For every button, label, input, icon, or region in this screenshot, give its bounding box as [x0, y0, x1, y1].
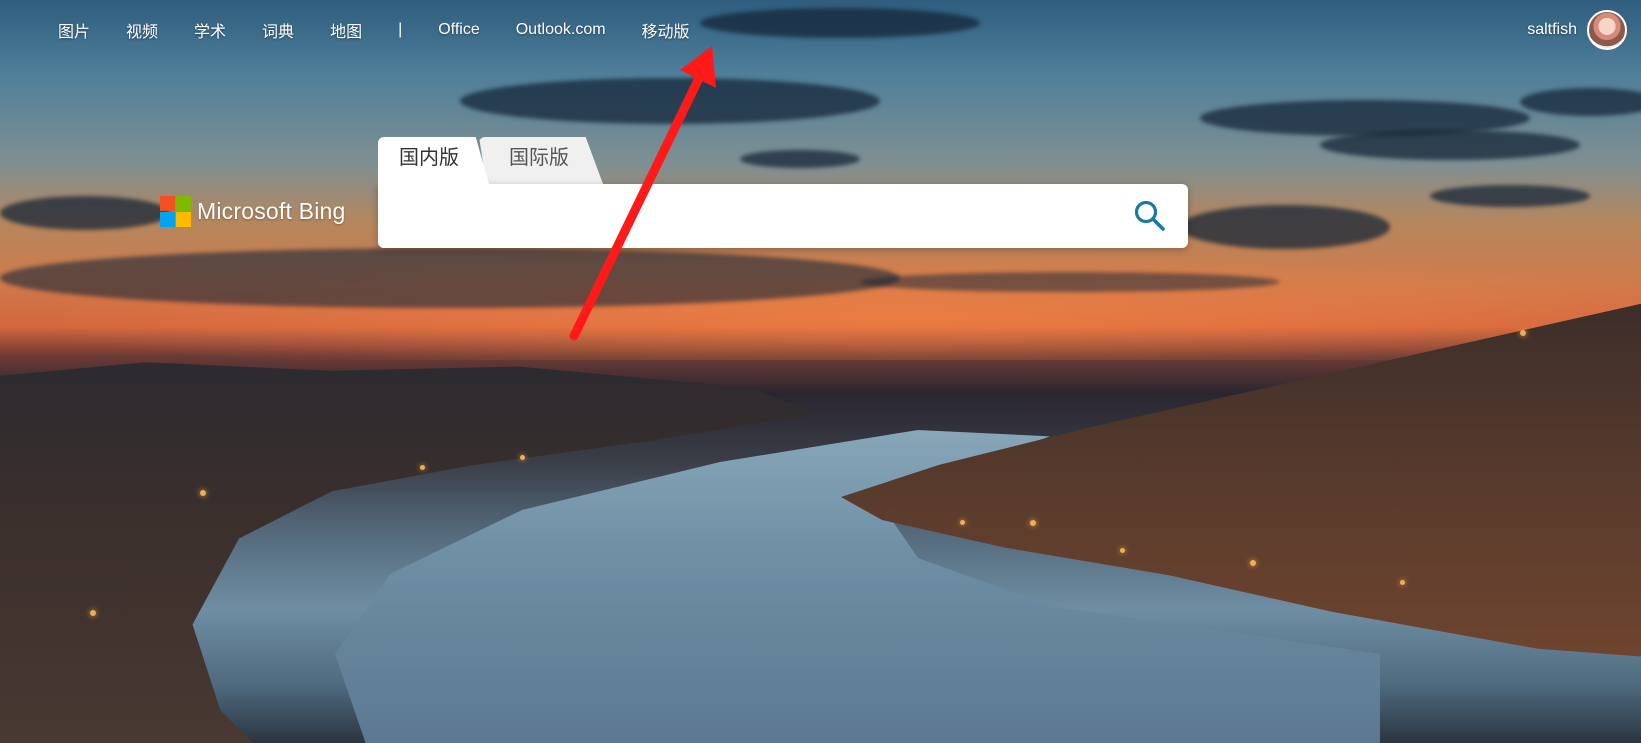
cloud	[1430, 185, 1590, 207]
tab-domestic[interactable]: 国内版	[378, 137, 489, 184]
search-box	[378, 184, 1188, 248]
cloud	[1180, 205, 1390, 249]
city-light	[90, 610, 96, 616]
cloud	[1320, 130, 1580, 160]
nav-outlook[interactable]: Outlook.com	[516, 21, 606, 39]
brand-name: Microsoft Bing	[197, 198, 346, 224]
logo-square-red	[160, 196, 175, 211]
user-name[interactable]: saltfish	[1527, 21, 1577, 39]
city-light	[420, 465, 425, 470]
nav-mobile[interactable]: 移动版	[642, 18, 690, 42]
logo-square-green	[176, 196, 191, 211]
cloud	[0, 248, 900, 308]
search-region-tabs: 国内版 国际版	[378, 137, 603, 184]
city-light	[1120, 548, 1125, 553]
search-icon	[1134, 200, 1165, 231]
microsoft-logo-icon	[160, 196, 191, 227]
user-account[interactable]: saltfish	[1527, 10, 1627, 50]
cloud	[1520, 88, 1641, 116]
city-light	[1250, 560, 1256, 566]
bing-logo[interactable]: Microsoft Bing	[160, 196, 346, 227]
nav-links: 图片 视频 学术 词典 地图 | Office Outlook.com 移动版	[58, 18, 726, 42]
nav-images[interactable]: 图片	[58, 18, 90, 42]
city-light	[1400, 580, 1405, 585]
search-input[interactable]	[398, 195, 1126, 237]
logo-square-yellow	[176, 212, 191, 227]
avatar-icon[interactable]	[1587, 10, 1627, 50]
nav-dictionary[interactable]: 词典	[262, 18, 294, 42]
cloud	[860, 272, 1280, 292]
tab-international[interactable]: 国际版	[479, 137, 603, 184]
nav-videos[interactable]: 视频	[126, 18, 158, 42]
city-light	[520, 455, 525, 460]
cloud	[460, 78, 880, 124]
nav-office[interactable]: Office	[438, 21, 480, 39]
nav-academic[interactable]: 学术	[194, 18, 226, 42]
logo-square-blue	[160, 212, 175, 227]
city-light	[200, 490, 206, 496]
city-light	[1030, 520, 1036, 526]
cloud	[0, 196, 170, 230]
search-button[interactable]	[1126, 192, 1174, 240]
top-navigation: 图片 视频 学术 词典 地图 | Office Outlook.com 移动版 …	[0, 0, 1641, 58]
city-light	[960, 520, 965, 525]
nav-maps[interactable]: 地图	[330, 18, 362, 42]
nav-separator: |	[398, 21, 403, 38]
bing-homepage: 图片 视频 学术 词典 地图 | Office Outlook.com 移动版 …	[0, 0, 1641, 743]
cloud	[740, 150, 860, 168]
city-light	[1520, 330, 1526, 336]
